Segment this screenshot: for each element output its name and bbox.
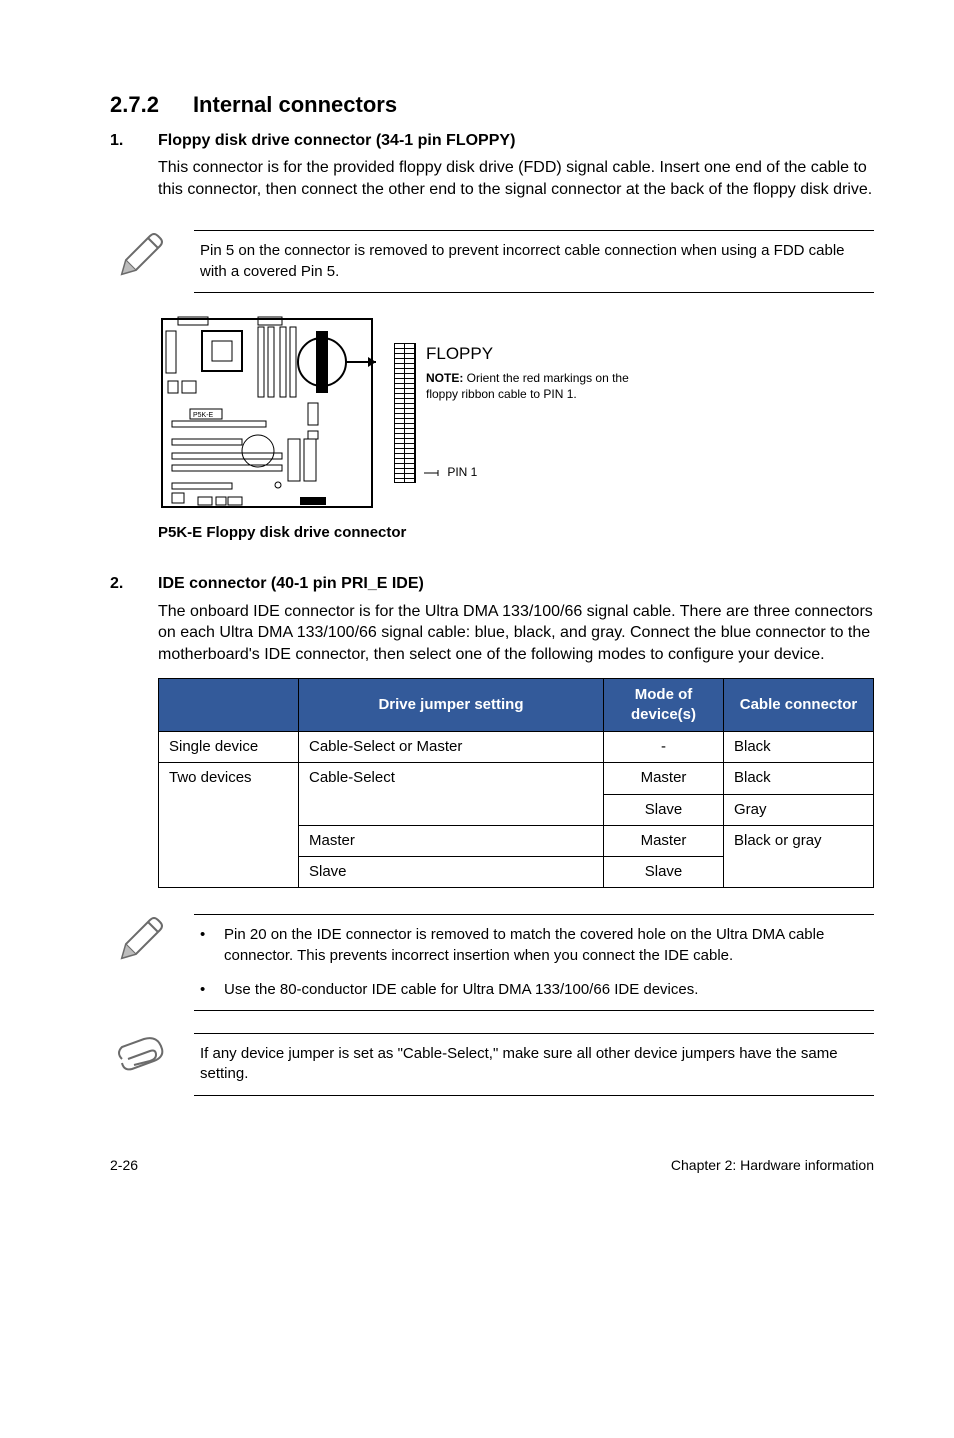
item-2-number: 2. xyxy=(110,573,130,888)
pin1-text: PIN 1 xyxy=(447,465,477,479)
bullet-dot: • xyxy=(200,925,210,966)
note-2-bullet-1: Pin 20 on the IDE connector is removed t… xyxy=(224,925,868,966)
section-title: Internal connectors xyxy=(193,90,397,120)
floppy-label: FLOPPY xyxy=(426,343,656,366)
item-2-title: IDE connector (40-1 pin PRI_E IDE) xyxy=(158,573,874,595)
section-heading: 2.7.2 Internal connectors xyxy=(110,90,874,120)
paperclip-icon xyxy=(110,1033,170,1075)
item-1-title: Floppy disk drive connector (34-1 pin FL… xyxy=(158,130,874,152)
pin1-label: PIN 1 xyxy=(450,464,656,480)
cell: Master xyxy=(604,825,724,856)
th-drive-jumper: Drive jumper setting xyxy=(299,678,604,732)
bullet-dot: • xyxy=(200,980,210,1000)
pencil-icon xyxy=(110,914,170,966)
cell: Cable-Select or Master xyxy=(299,732,604,763)
item-1-paragraph: This connector is for the provided flopp… xyxy=(158,157,874,200)
cell: Slave xyxy=(604,794,724,825)
cell: Cable-Select xyxy=(299,763,604,826)
note-2-box: • Pin 20 on the IDE connector is removed … xyxy=(194,914,874,1011)
note-1: Pin 5 on the connector is removed to pre… xyxy=(110,230,874,293)
page-footer: 2-26 Chapter 2: Hardware information xyxy=(110,1156,874,1175)
board-label-svg: P5K-E xyxy=(193,412,214,419)
th-mode: Mode of device(s) xyxy=(604,678,724,732)
cell: Slave xyxy=(604,857,724,888)
floppy-diagram: P5K-E FLOPPY NOTE: Orient the red markin… xyxy=(158,313,874,513)
footer-page-number: 2-26 xyxy=(110,1156,138,1175)
cell: Gray xyxy=(724,794,874,825)
note-1-text: Pin 5 on the connector is removed to pre… xyxy=(194,230,874,293)
item-1-number: 1. xyxy=(110,130,130,209)
footer-chapter: Chapter 2: Hardware information xyxy=(671,1156,874,1175)
th-cable: Cable connector xyxy=(724,678,874,732)
note-3-text: If any device jumper is set as "Cable-Se… xyxy=(194,1033,874,1096)
cell: Black or gray xyxy=(724,825,874,888)
cell: Master xyxy=(299,825,604,856)
item-1: 1. Floppy disk drive connector (34-1 pin… xyxy=(110,130,874,209)
floppy-note: NOTE: Orient the red markings on the flo… xyxy=(426,370,656,402)
ide-config-table: Drive jumper setting Mode of device(s) C… xyxy=(158,678,874,889)
note-2: • Pin 20 on the IDE connector is removed … xyxy=(110,914,874,1011)
table-row: Single device Cable-Select or Master - B… xyxy=(159,732,874,763)
diagram-caption: P5K-E Floppy disk drive connector xyxy=(158,523,874,543)
note-2-bullet-2: Use the 80-conductor IDE cable for Ultra… xyxy=(224,980,698,1000)
cell: - xyxy=(604,732,724,763)
pencil-icon xyxy=(110,230,170,282)
cell: Two devices xyxy=(159,763,299,888)
cell: Single device xyxy=(159,732,299,763)
th-blank xyxy=(159,678,299,732)
motherboard-outline: P5K-E xyxy=(158,313,378,513)
cell: Black xyxy=(724,763,874,794)
cell: Slave xyxy=(299,857,604,888)
floppy-note-bold: NOTE: xyxy=(426,371,463,385)
cell: Black xyxy=(724,732,874,763)
cell: Master xyxy=(604,763,724,794)
item-2-paragraph: The onboard IDE connector is for the Ult… xyxy=(158,601,874,666)
floppy-pin-header xyxy=(394,343,416,483)
item-2: 2. IDE connector (40-1 pin PRI_E IDE) Th… xyxy=(110,573,874,888)
section-number: 2.7.2 xyxy=(110,90,159,120)
note-3: If any device jumper is set as "Cable-Se… xyxy=(110,1033,874,1096)
table-row: Two devices Cable-Select Master Black xyxy=(159,763,874,794)
